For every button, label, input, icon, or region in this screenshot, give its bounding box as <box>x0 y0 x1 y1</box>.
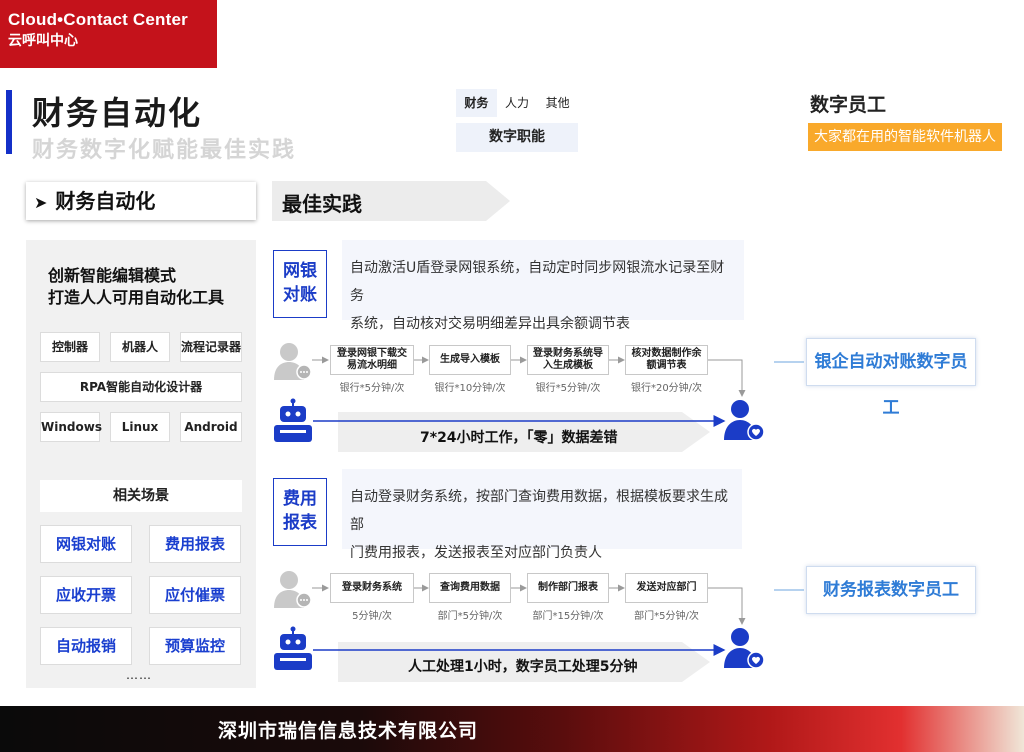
scenario2-label-line1: 费用 <box>283 489 317 509</box>
scenario1-step4-line1: 核对数据制作余 <box>631 348 702 359</box>
manual-user-icon <box>274 571 312 608</box>
scenario1-step1: 登录网银下载交 易流水明细 <box>330 345 414 375</box>
scenario2-description: 自动登录财务系统，按部门查询费用数据，根据模板要求生成部 门费用报表，发送报表至… <box>342 469 742 561</box>
scenario2-label: 费用 报表 <box>273 478 327 546</box>
scenario2-step4-time: 部门*5分钟/次 <box>634 611 699 622</box>
scenario2-step3-line1: 制作部门报表 <box>538 582 598 593</box>
scenario1-desc-line2: 系统，自动核对交易明细差异出具余额调节表 <box>350 316 630 332</box>
footer-company-name: 深圳市瑞信信息技术有限公司 <box>218 720 479 742</box>
scenario2-step4: 发送对应部门 <box>625 573 708 603</box>
scenario2-digital-employee-card[interactable]: 财务报表数字员工 <box>806 566 976 614</box>
scenario1-step2-time: 银行*10分钟/次 <box>434 383 506 394</box>
robot-icon <box>274 626 312 670</box>
scenario2-step2-time: 部门*5分钟/次 <box>437 611 503 622</box>
scenario1-label: 网银 对账 <box>273 250 327 318</box>
digital-employee-icon <box>724 400 765 441</box>
footer-banner <box>0 706 1024 752</box>
scenario1-step1-line1: 登录网银下载交 <box>337 348 407 359</box>
scenario1-step3-time: 银行*5分钟/次 <box>535 383 601 394</box>
scenario1-step1-line2: 易流水明细 <box>347 360 397 371</box>
scenario1-label-line2: 对账 <box>283 285 317 305</box>
scenario2-step2: 查询费用数据 <box>429 573 511 603</box>
scenario2-step1-line1: 登录财务系统 <box>342 582 402 593</box>
scenario2-step1-time: 5分钟/次 <box>352 611 392 622</box>
scenario2-step4-line1: 发送对应部门 <box>636 582 697 593</box>
scenario1-step4-time: 银行*20分钟/次 <box>630 383 703 394</box>
robot-icon <box>274 398 312 442</box>
scenario2-desc-line1: 自动登录财务系统，按部门查询费用数据，根据模板要求生成部 <box>350 489 728 533</box>
scenario1-step4: 核对数据制作余 额调节表 <box>625 345 708 375</box>
scenario1-step2-line1: 生成导入模板 <box>440 354 500 365</box>
scenario1-banner: 7*24小时工作，「零」数据差错 <box>420 430 618 446</box>
scenario1-label-line1: 网银 <box>283 261 317 281</box>
scenario1-description: 自动激活U盾登录网银系统，自动定时同步网银流水记录至财务 系统，自动核对交易明细… <box>342 240 744 332</box>
scenario1-step1-time: 银行*5分钟/次 <box>339 383 405 394</box>
scenario2-desc-line2: 门费用报表，发送报表至对应部门负责人 <box>350 545 602 561</box>
scenario2-label-line2: 报表 <box>283 513 317 533</box>
scenario1-step3: 登录财务系统导 入生成模板 <box>527 345 609 375</box>
scenario1-step3-line1: 登录财务系统导 <box>533 348 603 359</box>
scenario2-step3-time: 部门*15分钟/次 <box>532 611 604 622</box>
scenario2-step2-line1: 查询费用数据 <box>440 582 500 593</box>
scenario2-step1: 登录财务系统 <box>330 573 414 603</box>
manual-user-icon <box>274 343 312 380</box>
scenario1-step4-line2: 额调节表 <box>646 360 687 371</box>
scenario2-banner: 人工处理1小时，数字员工处理5分钟 <box>408 659 638 675</box>
scenario1-digital-employee-card[interactable]: 银企自动对账数字员工 <box>806 338 976 418</box>
scenario1-step3-line2: 入生成模板 <box>543 360 593 371</box>
digital-employee-icon <box>724 628 765 669</box>
scenario1-desc-line1: 自动激活U盾登录网银系统，自动定时同步网银流水记录至财务 <box>350 260 725 304</box>
scenario2-step3: 制作部门报表 <box>527 573 609 603</box>
scenario1-step2: 生成导入模板 <box>429 345 511 375</box>
